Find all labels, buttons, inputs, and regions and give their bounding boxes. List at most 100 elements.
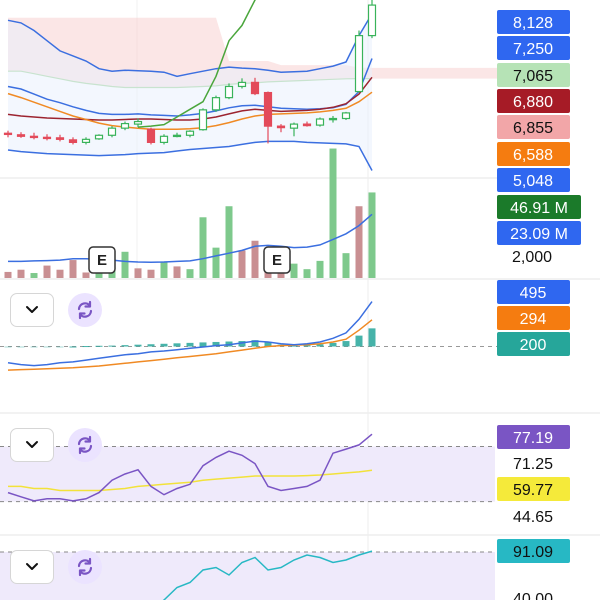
volume-bar xyxy=(355,206,363,278)
volume-bar xyxy=(342,253,350,278)
candle xyxy=(16,134,26,137)
candle xyxy=(354,34,364,93)
scale-label: 7,065 xyxy=(497,63,570,87)
scale-label: 2,000 xyxy=(512,249,552,266)
volume-bar xyxy=(82,272,90,278)
volume-bar xyxy=(30,273,38,278)
scale-label-text: 7,065 xyxy=(513,68,553,85)
stoch-refresh-button[interactable] xyxy=(68,550,102,584)
scale-label-text: 71.25 xyxy=(513,456,553,473)
scale-label: 40.00 xyxy=(513,591,553,600)
price-scale: 8,128 7,250 7,065 6,880 6,855 6,588 5,048 46.91… xyxy=(497,10,581,600)
volume-bar xyxy=(238,250,246,278)
scale-label-text: 6,855 xyxy=(513,120,553,137)
scale-label: 6,855 xyxy=(497,115,570,139)
macd-histogram-bar xyxy=(56,346,64,348)
candle xyxy=(237,81,247,88)
scale-label: 77.19 xyxy=(497,425,570,449)
volume-bar xyxy=(316,260,324,278)
candle xyxy=(120,122,130,129)
scale-label-text: 7,250 xyxy=(513,41,553,58)
macd-histogram-bar xyxy=(69,346,77,348)
scale-label: 6,880 xyxy=(497,89,570,113)
volume-bar xyxy=(134,268,142,278)
scale-label: 46.91 M xyxy=(497,195,581,219)
candle xyxy=(341,112,351,120)
macd-histogram-bar xyxy=(368,328,376,347)
scale-label: 23.09 M xyxy=(497,221,581,245)
volume-bar xyxy=(186,269,194,278)
chevron-down-icon xyxy=(26,441,38,448)
macd-histogram-bar xyxy=(4,346,12,348)
chevron-down-icon xyxy=(26,306,38,313)
refresh-icon xyxy=(77,300,93,320)
scale-label: 5,048 xyxy=(497,168,570,192)
rsi-refresh-button[interactable] xyxy=(68,428,102,462)
earnings-marker[interactable]: E xyxy=(263,246,291,274)
candle xyxy=(94,134,104,140)
volume-bar xyxy=(17,269,25,278)
scale-label: 200 xyxy=(497,332,570,356)
candle xyxy=(263,91,273,127)
refresh-icon xyxy=(77,435,93,455)
candle xyxy=(302,123,312,127)
candle xyxy=(55,137,65,140)
event-markers: EE xyxy=(88,246,291,274)
candle xyxy=(328,117,338,121)
stoch-dropdown-button[interactable] xyxy=(10,550,54,584)
candle xyxy=(133,120,143,125)
macd-histogram-bar xyxy=(17,346,25,348)
scale-label-text: 91.09 xyxy=(513,544,553,561)
macd-dropdown-button[interactable] xyxy=(10,293,54,327)
earnings-marker[interactable]: E xyxy=(88,246,116,274)
volume-bar xyxy=(173,266,181,278)
volume-bar xyxy=(160,261,168,278)
volume-bar xyxy=(43,265,51,278)
volume-bar xyxy=(147,269,155,278)
macd-refresh-button[interactable] xyxy=(68,293,102,327)
volume-bar xyxy=(329,148,337,278)
macd-histogram-bar xyxy=(108,345,116,347)
candle xyxy=(211,97,221,111)
scale-label-text: 40.00 xyxy=(513,591,553,600)
candle xyxy=(81,138,91,144)
macd-histogram-bar xyxy=(160,343,168,347)
scale-label-text: 2,000 xyxy=(512,249,552,266)
macd-histogram-bar xyxy=(199,342,207,347)
volume-bar xyxy=(199,217,207,278)
rsi-controls xyxy=(10,428,102,462)
marker-text: E xyxy=(272,252,282,269)
volume-bar xyxy=(56,269,64,278)
scale-label-text: 495 xyxy=(520,285,547,302)
scale-label: 59.77 xyxy=(497,477,570,501)
scale-label-text: 77.19 xyxy=(513,430,553,447)
scale-label: 91.09 xyxy=(497,539,570,563)
macd-controls xyxy=(10,293,102,327)
scale-label-text: 8,128 xyxy=(513,15,553,32)
candle xyxy=(224,85,234,99)
candle xyxy=(159,135,169,144)
scale-label-text: 23.09 M xyxy=(510,226,568,243)
candle xyxy=(367,4,377,37)
candle xyxy=(250,81,260,95)
macd-histogram-bar xyxy=(147,344,155,347)
marker-text: E xyxy=(97,252,107,269)
volume-bar xyxy=(4,271,12,278)
macd-histogram-bar xyxy=(134,344,142,347)
scale-label: 294 xyxy=(497,306,570,330)
rsi-dropdown-button[interactable] xyxy=(10,428,54,462)
volume-bar xyxy=(303,269,311,278)
volume-average-line xyxy=(8,213,373,264)
volume-bar xyxy=(69,260,77,278)
candle xyxy=(315,118,325,126)
chevron-down-icon xyxy=(26,563,38,570)
macd-histogram-bar xyxy=(43,346,51,348)
macd-histogram-bar xyxy=(121,345,129,347)
volume-bar xyxy=(225,206,233,278)
macd-histogram-bar xyxy=(95,345,103,347)
scale-label-text: 200 xyxy=(520,337,547,354)
candle xyxy=(289,123,299,129)
refresh-icon xyxy=(77,557,93,577)
candle xyxy=(42,136,52,140)
candle xyxy=(29,135,39,139)
